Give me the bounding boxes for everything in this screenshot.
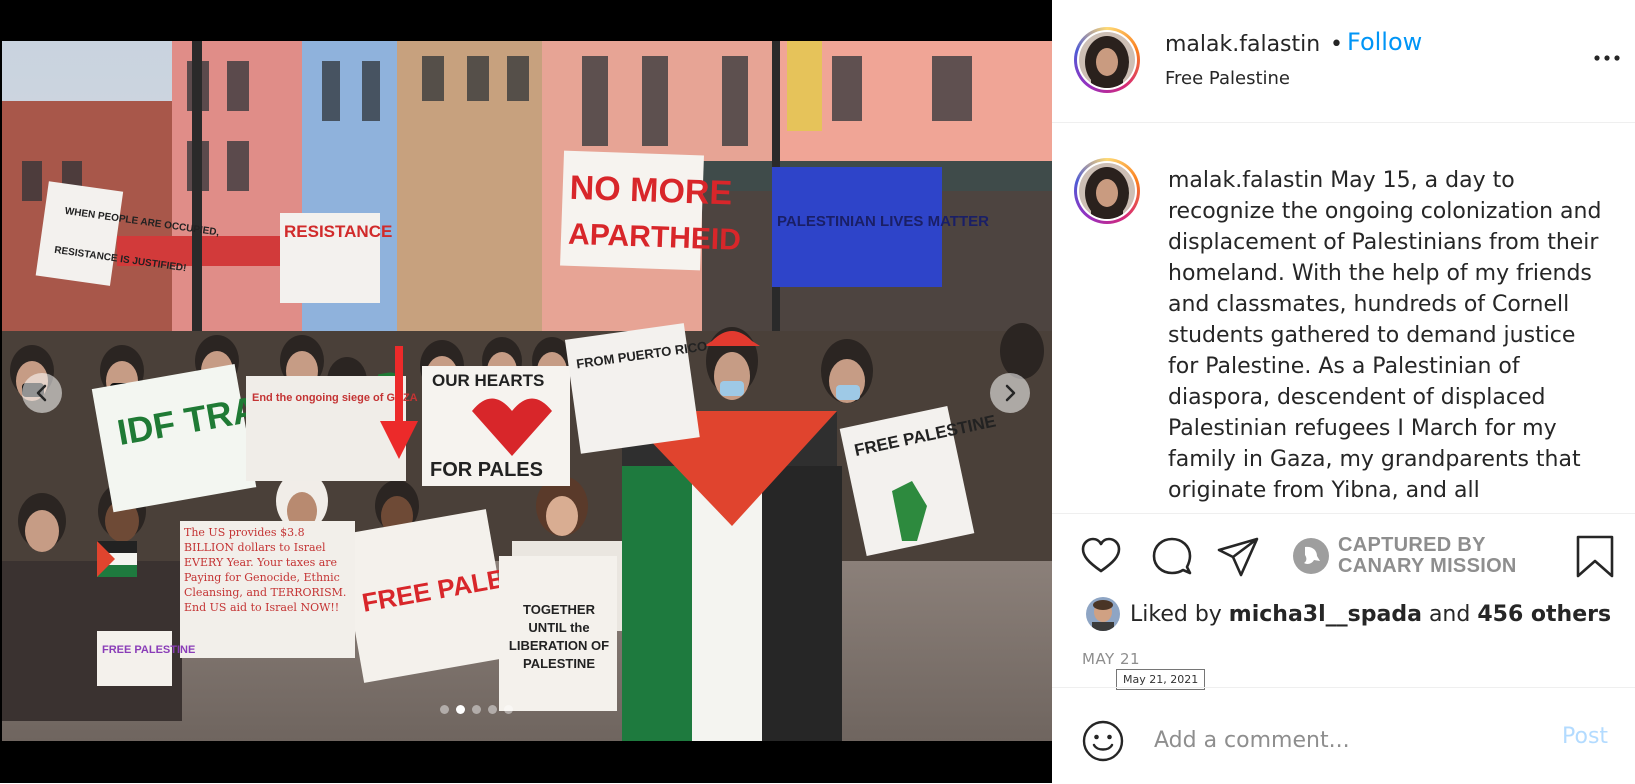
action-bar: CAPTURED BY CANARY MISSION: [1052, 525, 1635, 585]
carousel-dot: [488, 705, 497, 714]
sign-no-more: NO MORE: [569, 169, 733, 213]
chevron-left-icon: [36, 384, 47, 402]
comment-icon[interactable]: [1149, 533, 1195, 579]
post-comment-button[interactable]: Post: [1562, 724, 1608, 749]
post-header: malak.falastin • Follow Free Palestine: [1052, 0, 1635, 123]
canary-mission-logo-icon: [1293, 538, 1329, 574]
more-options-icon[interactable]: [1592, 48, 1622, 68]
post-photo: WHEN PEOPLE ARE OCCUPIED, RESISTANCE IS …: [2, 41, 1052, 741]
heart-icon[interactable]: [1078, 533, 1124, 579]
likes-middle: and: [1421, 601, 1478, 627]
watermark: CAPTURED BY CANARY MISSION: [1292, 535, 1517, 577]
carousel-dot: [504, 705, 513, 714]
likes-prefix: Liked by: [1130, 601, 1229, 627]
sign-apartheid: APARTHEID: [568, 218, 742, 257]
carousel-prev-button[interactable]: [22, 373, 62, 413]
follow-button[interactable]: Follow: [1347, 28, 1422, 56]
comment-input[interactable]: [1152, 722, 1536, 758]
carousel-indicator: [440, 705, 513, 714]
caption-body: May 15, a day to recognize the ongoing c…: [1168, 168, 1602, 503]
caption-avatar[interactable]: [1074, 158, 1140, 224]
post-date[interactable]: MAY 21: [1082, 650, 1140, 668]
emoji-icon[interactable]: [1080, 718, 1126, 764]
sign-gaza-siege: End the ongoing siege of GAZA: [252, 392, 418, 404]
sign-palestinian-lives: PALESTINIAN LIVES MATTER: [777, 213, 989, 230]
sign-together: TOGETHER UNTIL the LIBERATION OF PALESTI…: [508, 602, 610, 671]
sign-for-pales: FOR PALES: [430, 459, 543, 481]
carousel-dot: [472, 705, 481, 714]
profile-photo: [1079, 163, 1135, 219]
sign-our-hearts: OUR HEARTS: [432, 371, 544, 390]
likes-count-link[interactable]: 456 others: [1477, 602, 1611, 627]
post-author-username[interactable]: malak.falastin: [1165, 32, 1320, 57]
profile-photo: [1079, 32, 1135, 88]
chevron-right-icon: [1005, 384, 1016, 402]
carousel-dot: [456, 705, 465, 714]
comment-bar: Post: [1052, 687, 1635, 784]
sign-us-aid: The US provides $3.8 BILLION dollars to …: [184, 526, 347, 614]
share-icon[interactable]: [1215, 533, 1261, 579]
carousel-dot: [440, 705, 449, 714]
bookmark-icon[interactable]: [1572, 533, 1618, 579]
likes-summary: Liked by micha3l__spada and 456 others: [1086, 596, 1611, 632]
post-detail-panel: malak.falastin • Follow Free Palestine m…: [1052, 0, 1635, 783]
separator-dot: •: [1330, 32, 1343, 57]
caption-username[interactable]: malak.falastin: [1168, 168, 1323, 193]
sign-free-palestine-small: FREE PALESTINE: [102, 644, 195, 656]
caption-area: malak.falastin May 15, a day to recogniz…: [1052, 123, 1635, 514]
avatar[interactable]: [1074, 27, 1140, 93]
caption-text: malak.falastin May 15, a day to recogniz…: [1168, 165, 1608, 506]
likes-text: Liked by micha3l__spada and 456 others: [1130, 602, 1611, 627]
post-media: WHEN PEOPLE ARE OCCUPIED, RESISTANCE IS …: [0, 0, 1052, 783]
carousel-next-button[interactable]: [990, 373, 1030, 413]
watermark-line-1: CAPTURED BY: [1338, 534, 1486, 556]
watermark-line-2: CANARY MISSION: [1338, 555, 1517, 577]
sign-resistance-2: RESISTANCE: [284, 222, 392, 241]
liker-username[interactable]: micha3l__spada: [1229, 602, 1422, 627]
post-location[interactable]: Free Palestine: [1165, 68, 1290, 89]
liker-avatar[interactable]: [1086, 597, 1120, 631]
